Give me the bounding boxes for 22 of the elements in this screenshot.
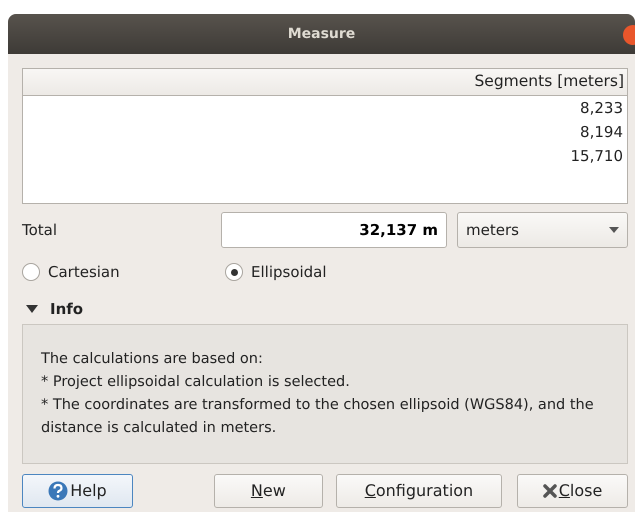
radio-option[interactable]: Cartesian [22, 260, 225, 284]
total-field[interactable]: 32,137 m [221, 212, 448, 248]
table-cell-text: 8,233 [579, 98, 624, 120]
dialog-button[interactable]: New [214, 474, 323, 508]
help-icon [48, 481, 68, 501]
dialog-button[interactable]: Configuration [336, 474, 502, 508]
close-icon [542, 484, 557, 498]
info-text: The calculations are based on: * Project ellipsoidal calculation is selected. * The coordinates are transformed to the chosen ellipsoid (WGS84), and the distance is calculated in meters. [22, 324, 628, 464]
collapse-arrow-icon [26, 305, 38, 313]
total-label: Total [22, 220, 58, 241]
info-toggle[interactable]: Info [22, 294, 628, 324]
help-button[interactable]: Help [22, 474, 133, 508]
column-header[interactable]: Segments [meters] [23, 69, 627, 96]
table-cell-text: 8,194 [579, 122, 624, 144]
radio-option[interactable]: Ellipsoidal [225, 260, 428, 284]
radio-button[interactable] [225, 263, 243, 281]
table-cell-text: 15,710 [570, 146, 624, 168]
close-button[interactable]: Close [517, 474, 628, 508]
radio-button[interactable] [22, 263, 40, 281]
unit-dropdown[interactable]: meters [457, 212, 628, 248]
window-title: Measure [288, 24, 356, 44]
dropdown-arrow-icon [609, 227, 619, 233]
